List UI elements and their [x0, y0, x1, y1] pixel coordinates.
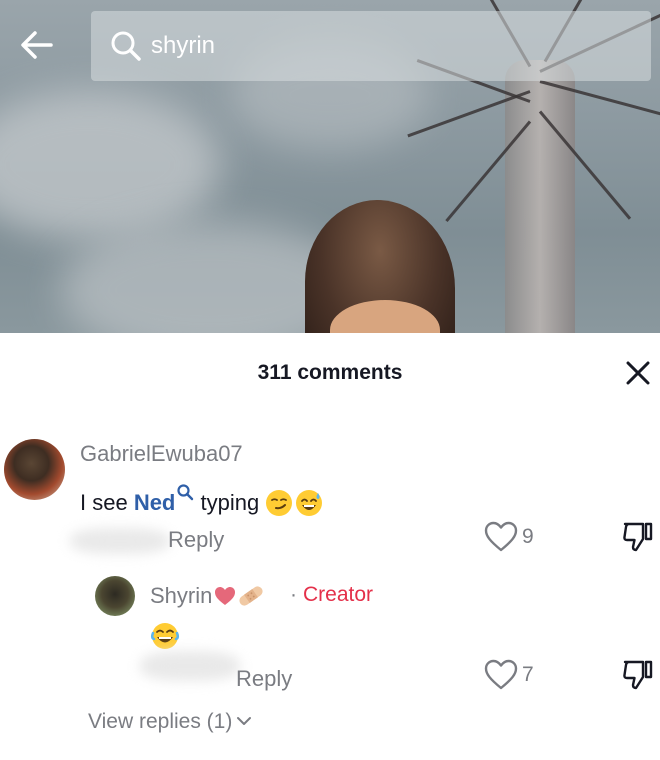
reply-button[interactable]: Reply	[236, 666, 292, 692]
view-replies-button[interactable]: View replies (1)	[88, 710, 252, 734]
mention-link[interactable]: Ned	[134, 484, 195, 515]
reply-button[interactable]: Reply	[168, 527, 224, 553]
like-count: 9	[522, 525, 534, 548]
dislike-icon	[623, 522, 653, 552]
chevron-down-icon	[237, 717, 252, 725]
search-query[interactable]: shyrin	[151, 32, 215, 60]
avatar[interactable]	[4, 439, 65, 500]
comment-text: I see Ned typing	[80, 483, 323, 517]
dislike-button[interactable]	[622, 658, 654, 692]
heart-icon	[484, 521, 518, 552]
like-count: 7	[522, 663, 534, 686]
sweat-smile-emoji-icon	[296, 490, 323, 516]
smirk-emoji-icon	[266, 490, 293, 516]
search-bar[interactable]: shyrin	[91, 11, 651, 81]
avatar[interactable]	[95, 576, 135, 616]
search-mention-icon	[177, 484, 194, 501]
heart-icon	[484, 659, 518, 690]
search-icon	[109, 29, 143, 63]
palm-tree	[505, 60, 575, 333]
dislike-icon	[623, 660, 653, 690]
comments-panel: 311 comments GabrielEwuba07 I see Ned ty…	[0, 333, 660, 760]
like-button[interactable]: 9	[484, 521, 534, 553]
close-icon	[626, 361, 650, 385]
heart-emoji-icon	[215, 587, 236, 605]
like-button[interactable]: 7	[484, 659, 534, 691]
back-button[interactable]	[12, 22, 62, 68]
close-button[interactable]	[620, 355, 656, 391]
comment-username[interactable]: GabrielEwuba07	[80, 441, 243, 467]
bandage-emoji-icon	[239, 586, 263, 606]
laughing-emoji-icon	[150, 623, 180, 649]
reply-username[interactable]: Shyrin	[150, 583, 266, 609]
back-arrow-icon	[21, 31, 53, 59]
comments-count-title: 311 comments	[257, 361, 403, 384]
creator-badge: · Creator	[290, 583, 374, 606]
dislike-button[interactable]	[622, 520, 654, 554]
